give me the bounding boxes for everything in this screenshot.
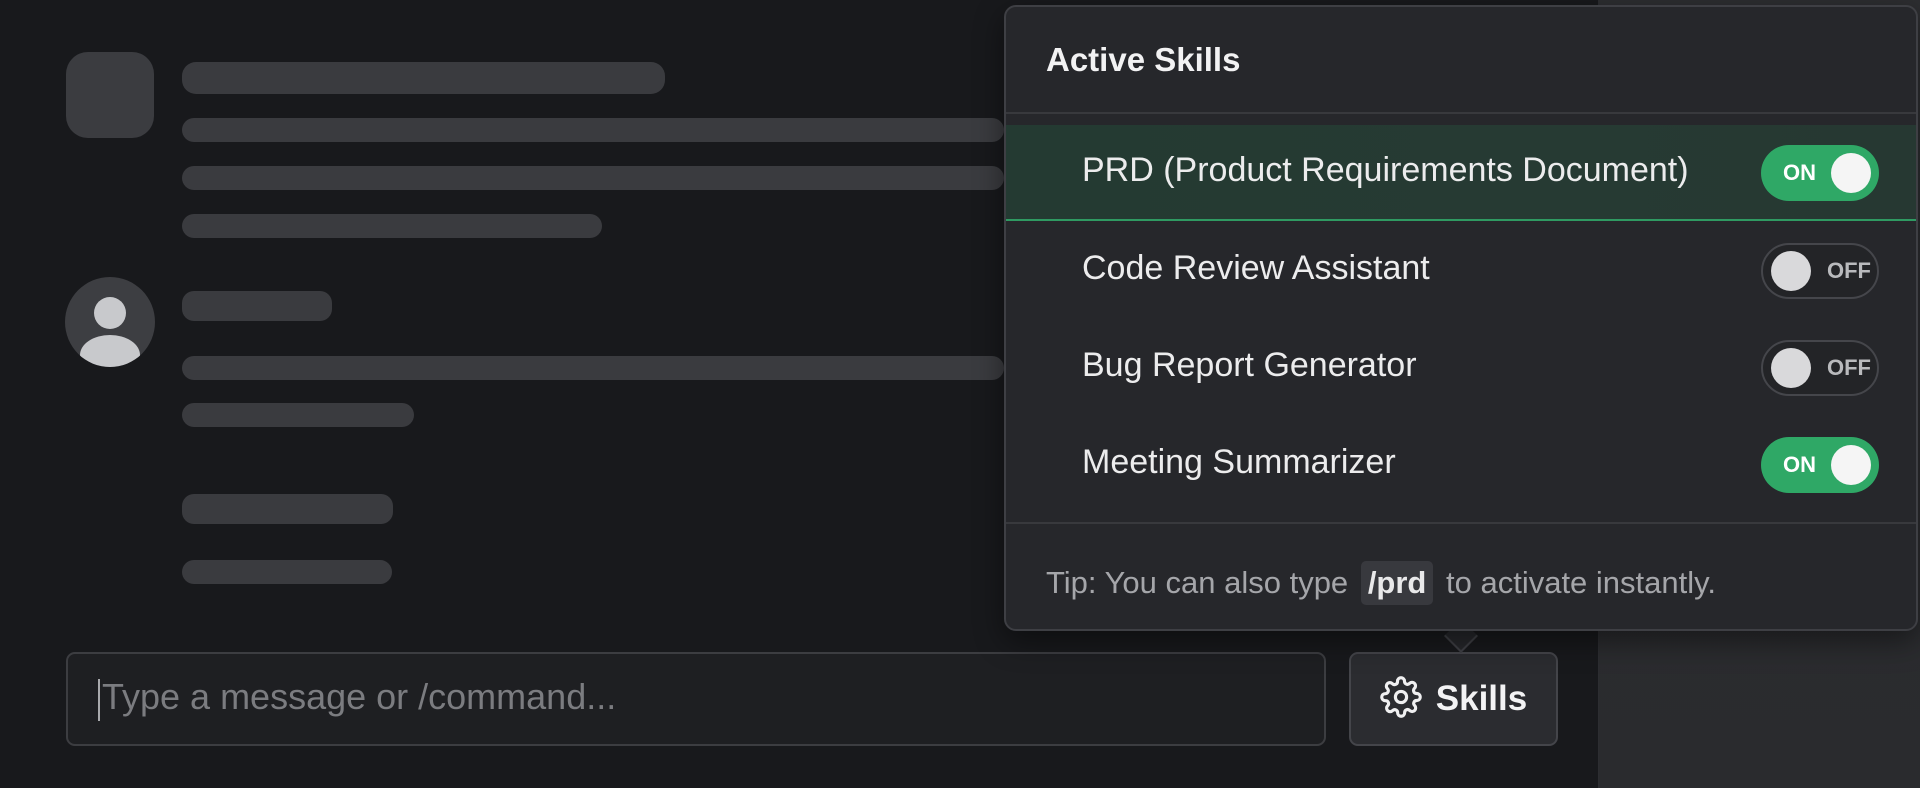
message-placeholder-line <box>182 403 414 427</box>
tip-text: Tip: You can also type /prd to activate … <box>1046 561 1716 605</box>
message-placeholder-line <box>182 494 393 524</box>
toggle-knob <box>1771 251 1811 291</box>
message-input-placeholder: Type a message or /command... <box>102 676 617 717</box>
toggle-state-label: ON <box>1783 160 1816 185</box>
text-caret <box>98 679 100 721</box>
tip-prefix: Tip: You can also type <box>1046 565 1349 600</box>
toggle-state-label: OFF <box>1827 258 1871 283</box>
message-placeholder-line <box>182 62 665 94</box>
skill-name: PRD (Product Requirements Document) <box>1082 151 1689 189</box>
message-placeholder-line <box>182 356 1004 380</box>
tip-suffix: to activate instantly. <box>1446 565 1716 600</box>
app-window: Type a message or /command... Skills Act… <box>0 0 1920 788</box>
divider <box>1006 522 1916 524</box>
user-avatar-icon <box>65 277 155 367</box>
skill-toggle-bug-report[interactable]: OFF <box>1761 340 1879 396</box>
tip-command: /prd <box>1360 561 1434 605</box>
skill-toggle-prd[interactable]: ON <box>1761 145 1879 201</box>
message-placeholder-line <box>182 560 392 584</box>
message-placeholder-line <box>182 214 602 238</box>
toggle-knob <box>1831 445 1871 485</box>
message-placeholder-line <box>182 118 1004 142</box>
assistant-avatar <box>66 52 154 138</box>
toggle-knob <box>1771 348 1811 388</box>
skill-row-code-review[interactable]: Code Review Assistant OFF <box>1006 223 1916 319</box>
divider <box>1006 112 1916 114</box>
skill-row-meeting-summarizer[interactable]: Meeting Summarizer ON <box>1006 417 1916 513</box>
skills-button[interactable]: Skills <box>1349 652 1558 746</box>
message-input[interactable]: Type a message or /command... <box>66 652 1326 746</box>
message-placeholder-line <box>182 166 1004 190</box>
skill-row-bug-report[interactable]: Bug Report Generator OFF <box>1006 320 1916 416</box>
toggle-state-label: OFF <box>1827 355 1871 380</box>
message-placeholder-line <box>182 291 332 321</box>
skill-toggle-meeting-summarizer[interactable]: ON <box>1761 437 1879 493</box>
skills-button-label: Skills <box>1435 679 1528 718</box>
toggle-state-label: ON <box>1783 452 1816 477</box>
popover-title: Active Skills <box>1046 41 1241 78</box>
skill-name: Meeting Summarizer <box>1082 443 1396 481</box>
gear-icon <box>1379 676 1422 722</box>
skill-toggle-code-review[interactable]: OFF <box>1761 243 1879 299</box>
skill-row-prd[interactable]: PRD (Product Requirements Document) ON <box>1006 125 1916 221</box>
skill-name: Bug Report Generator <box>1082 346 1417 384</box>
active-skills-popover: Active Skills PRD (Product Requirements … <box>1004 5 1918 631</box>
skill-name: Code Review Assistant <box>1082 249 1430 287</box>
toggle-knob <box>1831 153 1871 193</box>
